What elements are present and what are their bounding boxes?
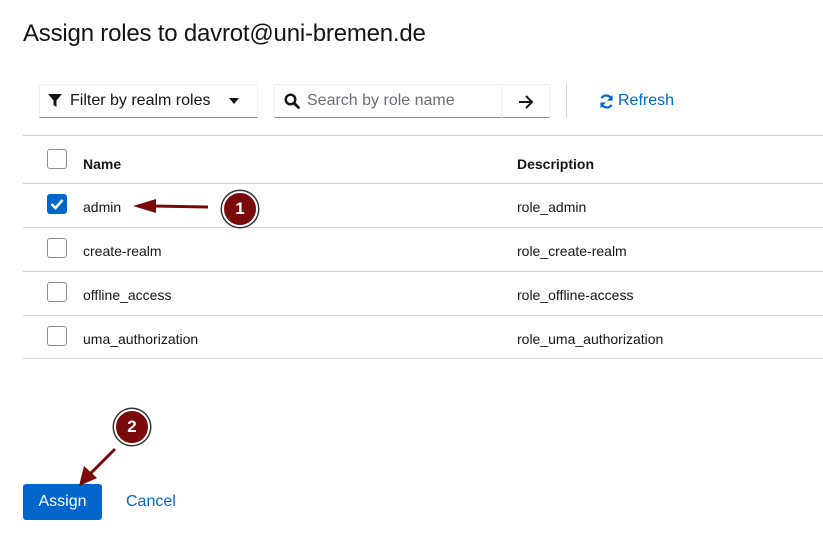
column-header-description: Description	[517, 156, 595, 172]
annotation-arrow-2	[79, 447, 117, 486]
annotation-callout-2: 2	[114, 409, 150, 445]
annotation-callout-1: 1	[222, 191, 258, 227]
search-input[interactable]	[307, 92, 497, 110]
search-group	[274, 84, 550, 118]
table-row[interactable]: uma_authorization role_uma_authorization	[23, 315, 823, 359]
toolbar-divider	[566, 84, 567, 118]
assign-button[interactable]: Assign	[23, 484, 102, 520]
role-name: uma_authorization	[83, 331, 199, 347]
column-header-name: Name	[83, 156, 122, 172]
row-checkbox[interactable]	[47, 194, 67, 214]
filter-dropdown[interactable]: Filter by realm roles	[39, 84, 258, 118]
role-description: role_admin	[517, 199, 587, 215]
row-checkbox[interactable]	[47, 326, 67, 346]
role-name: admin	[83, 199, 122, 215]
role-name: create-realm	[83, 243, 162, 259]
roles-table: Name Description admin role_admin create…	[23, 135, 823, 359]
role-description: role_uma_authorization	[517, 331, 664, 347]
filter-dropdown-label: Filter by realm roles	[70, 92, 211, 109]
sync-icon	[599, 93, 614, 109]
cancel-button[interactable]: Cancel	[126, 484, 176, 520]
filter-icon	[48, 94, 62, 108]
search-icon	[284, 93, 300, 109]
role-description: role_create-realm	[517, 243, 627, 259]
role-name: offline_access	[83, 287, 172, 303]
table-row[interactable]: admin role_admin	[23, 183, 823, 227]
refresh-label: Refresh	[618, 92, 675, 109]
table-header: Name Description	[23, 135, 823, 183]
arrow-right-icon	[518, 94, 533, 109]
refresh-button[interactable]: Refresh	[599, 84, 674, 118]
role-description: role_offline-access	[517, 287, 634, 303]
table-row[interactable]: offline_access role_offline-access	[23, 271, 823, 315]
search-submit-button[interactable]	[501, 85, 549, 118]
page-title: Assign roles to davrot@uni-bremen.de	[23, 20, 426, 47]
select-all-checkbox[interactable]	[47, 149, 67, 169]
row-checkbox[interactable]	[47, 282, 67, 302]
row-checkbox[interactable]	[47, 238, 67, 258]
table-row[interactable]: create-realm role_create-realm	[23, 227, 823, 271]
caret-down-icon	[229, 98, 239, 104]
checkmark-icon	[50, 199, 64, 210]
toolbar: Filter by realm roles Refresh	[23, 84, 823, 118]
